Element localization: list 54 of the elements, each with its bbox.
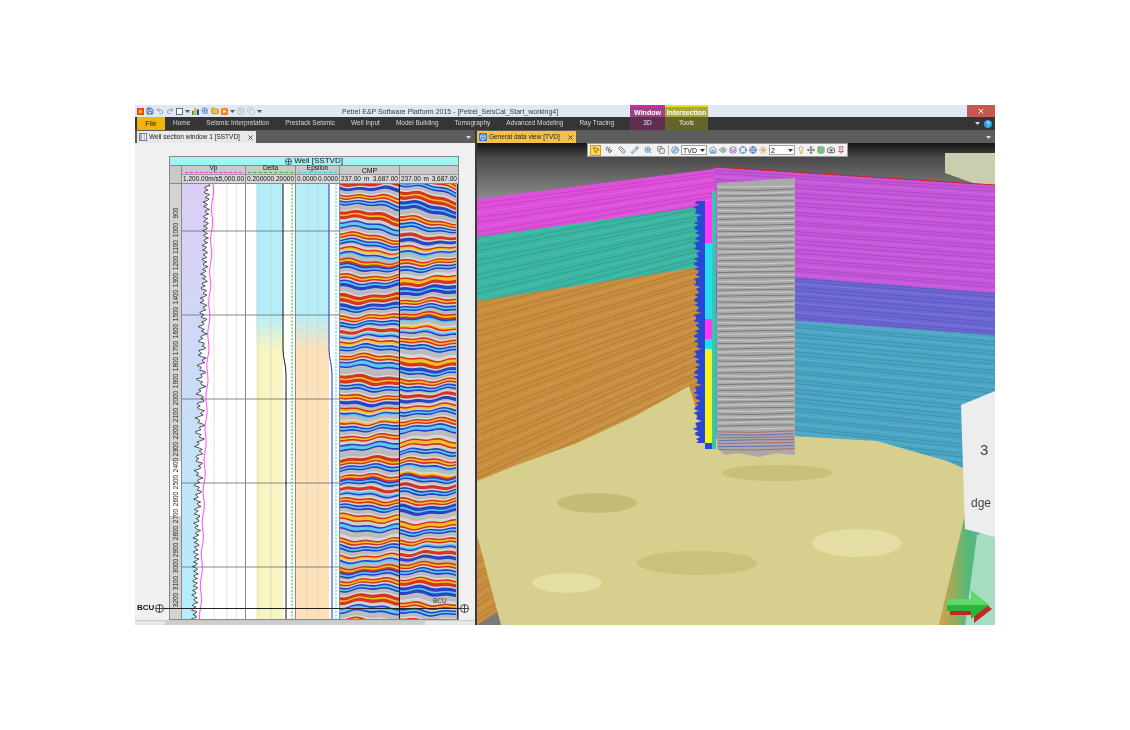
eye-icon[interactable]: [719, 146, 727, 154]
camera-icon[interactable]: [827, 146, 835, 154]
close-button[interactable]: [967, 105, 995, 117]
bar-chart-icon[interactable]: [192, 107, 199, 115]
ruler-icon: [617, 146, 626, 154]
pin-icon[interactable]: [837, 146, 845, 154]
caret-icon[interactable]: [185, 109, 190, 113]
globe-icon[interactable]: [749, 146, 757, 154]
scene-label: 3: [980, 441, 989, 458]
zoom-icon[interactable]: [201, 107, 209, 115]
crosshair-icon[interactable]: [739, 146, 747, 154]
caret-icon[interactable]: [230, 109, 235, 113]
app-logo-icon[interactable]: [137, 107, 144, 115]
scene-label: dge: [971, 496, 992, 510]
caret-icon[interactable]: [788, 148, 793, 152]
window-icon[interactable]: [176, 107, 183, 115]
close-icon[interactable]: [246, 133, 254, 141]
caret-icon[interactable]: [257, 109, 262, 113]
layers-icon[interactable]: [729, 146, 737, 154]
undo-icon[interactable]: [156, 107, 164, 115]
copy-icon: [656, 146, 665, 154]
crosshair-icon: [285, 157, 293, 165]
caret-icon[interactable]: [975, 122, 980, 125]
help-icon[interactable]: [984, 119, 992, 128]
lightbulb-icon[interactable]: [797, 146, 805, 154]
tool-button[interactable]: [603, 144, 614, 156]
log-tracks-icon: [139, 133, 147, 141]
house-icon[interactable]: [709, 146, 717, 154]
save-icon[interactable]: [146, 107, 154, 115]
tool-button[interactable]: [590, 144, 601, 156]
play-tile-icon[interactable]: [221, 107, 228, 115]
sun-icon[interactable]: [759, 146, 767, 154]
cursor-click-icon: [604, 146, 613, 154]
crosshair-icon: [460, 603, 469, 613]
well-title: Well [SSTVD]: [294, 157, 343, 165]
compass-icon[interactable]: [671, 146, 679, 154]
pointer-icon: [591, 146, 600, 154]
move-icon[interactable]: [807, 146, 815, 154]
tool-button[interactable]: [616, 144, 627, 156]
zoom-icon: [643, 146, 652, 154]
close-icon[interactable]: [566, 133, 574, 141]
cube-tile-icon: [479, 133, 487, 141]
grid-icon[interactable]: [817, 146, 825, 154]
tool-button[interactable]: [655, 144, 666, 156]
tool-button[interactable]: [642, 144, 653, 156]
close-icon: [977, 107, 985, 115]
marker-label: BCU: [137, 604, 155, 612]
crosshair-icon: [155, 603, 164, 613]
caret-icon[interactable]: [700, 148, 705, 152]
horizontal-scrollbar[interactable]: [135, 620, 475, 625]
folder-icon[interactable]: [211, 107, 219, 115]
arrow-icon: [947, 591, 992, 623]
tool-button[interactable]: [629, 144, 640, 156]
pencil-icon: [630, 146, 639, 154]
